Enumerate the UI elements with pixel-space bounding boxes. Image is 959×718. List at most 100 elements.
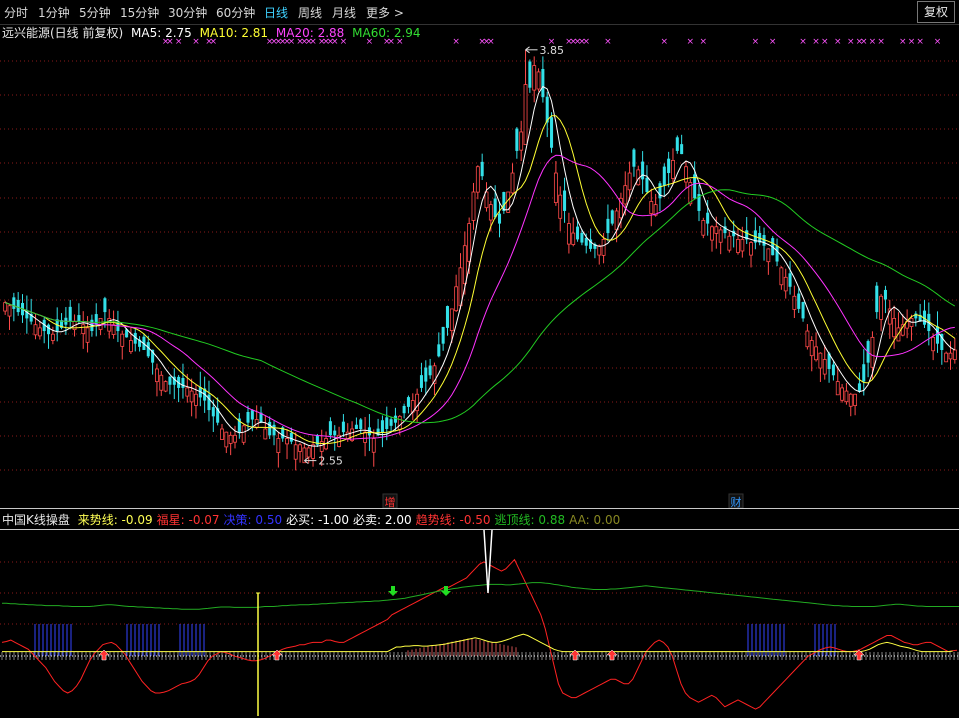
candle-body bbox=[879, 295, 884, 320]
candle-body bbox=[641, 161, 645, 180]
candle-body bbox=[727, 235, 732, 251]
signal-x-marker: × bbox=[582, 37, 590, 47]
candle-body bbox=[311, 444, 315, 459]
indicator-line bbox=[2, 633, 953, 653]
legend-title: 远兴能源(日线 前复权) bbox=[2, 26, 124, 40]
candle-body bbox=[883, 289, 887, 300]
candle-body bbox=[298, 444, 302, 452]
candle-body bbox=[289, 432, 293, 442]
candle-body bbox=[532, 65, 537, 91]
candle-body bbox=[944, 352, 949, 363]
indicator-legend-item: 逃顶线: 0.88 bbox=[494, 513, 566, 527]
sell-arrow-icon bbox=[441, 586, 451, 596]
candle-body bbox=[875, 285, 879, 313]
candle-body bbox=[94, 314, 98, 325]
high-label: 3.85 bbox=[540, 44, 565, 57]
chart-canvas: ×× × × ×× ×××××× ×××× ×××× × × ×× × × ××× × ××××× × × × × ×… bbox=[0, 37, 959, 716]
candle-body bbox=[931, 336, 936, 352]
candle-body bbox=[935, 326, 940, 344]
candle-body bbox=[424, 367, 428, 382]
candle-body bbox=[775, 245, 779, 262]
main-legend: 远兴能源(日线 前复权) MA5: 2.75 MA10: 2.81 MA20: … bbox=[2, 24, 425, 41]
candle-body bbox=[576, 226, 580, 240]
indicator-legend-item: 来势线: -0.09 bbox=[77, 513, 153, 527]
candle-body bbox=[553, 172, 558, 203]
signal-x-marker: × bbox=[769, 37, 777, 47]
candle-body bbox=[220, 428, 224, 440]
candle-body bbox=[658, 183, 662, 199]
candle-body bbox=[857, 383, 861, 392]
candle-body bbox=[706, 212, 710, 224]
candle-body bbox=[536, 71, 541, 90]
candle-body bbox=[3, 302, 8, 312]
indicator-legend-item: 趋势线: -0.50 bbox=[415, 513, 491, 527]
signal-x-marker: × bbox=[487, 37, 495, 47]
candle-body bbox=[480, 161, 484, 177]
candle-body bbox=[718, 229, 723, 243]
candle-body bbox=[397, 415, 402, 431]
candle-body bbox=[627, 172, 632, 191]
candle-body bbox=[766, 248, 771, 263]
candle-body bbox=[181, 378, 185, 388]
candle-body bbox=[523, 84, 528, 145]
candle-body bbox=[822, 359, 827, 375]
candle-body bbox=[809, 340, 814, 357]
candle-body bbox=[268, 421, 272, 436]
candle-body bbox=[497, 213, 502, 224]
candle-body bbox=[85, 327, 90, 343]
indicator-line bbox=[2, 582, 959, 610]
candle-body bbox=[519, 131, 524, 151]
candle-body bbox=[211, 407, 215, 417]
candle-body bbox=[948, 352, 953, 360]
candle-body bbox=[306, 447, 311, 458]
candle-body bbox=[437, 344, 441, 357]
candle-body bbox=[597, 245, 602, 256]
candle-body bbox=[610, 210, 614, 224]
event-marker: 财 bbox=[731, 495, 742, 509]
candle-body bbox=[563, 190, 567, 211]
candle-body bbox=[341, 421, 345, 433]
signal-x-marker: × bbox=[869, 37, 877, 47]
candle-body bbox=[402, 405, 406, 414]
signal-x-marker: × bbox=[860, 37, 868, 47]
sell-arrow-icon bbox=[388, 586, 398, 596]
pane-separator bbox=[0, 529, 959, 530]
candle-body bbox=[16, 299, 20, 313]
candle-body bbox=[779, 267, 784, 286]
candle-body bbox=[645, 177, 649, 192]
candle-body bbox=[263, 428, 268, 440]
candle-body bbox=[371, 438, 376, 453]
candle-body bbox=[853, 393, 858, 406]
signal-x-marker: × bbox=[604, 37, 612, 47]
ma10-line bbox=[5, 115, 956, 444]
indicator-legend-item: 福星: -0.07 bbox=[156, 513, 220, 527]
indicator-legend-item: AA: 0.00 bbox=[569, 513, 621, 527]
candle-body bbox=[185, 387, 190, 397]
candle-body bbox=[662, 166, 666, 186]
candle-body bbox=[467, 223, 472, 262]
candle-body bbox=[675, 137, 679, 151]
candle-body bbox=[120, 333, 125, 347]
candle-body bbox=[844, 390, 849, 403]
candle-body bbox=[475, 166, 480, 193]
signal-x-marker: × bbox=[877, 37, 885, 47]
signal-x-marker: × bbox=[908, 37, 916, 47]
spike-white bbox=[483, 529, 493, 594]
signal-x-marker: × bbox=[452, 37, 460, 47]
candle-body bbox=[419, 375, 423, 388]
candle-body bbox=[159, 374, 164, 391]
legend-ma5: MA5: 2.75 bbox=[131, 26, 192, 40]
candle-body bbox=[81, 324, 86, 334]
indicator-legend: 中国K线操盘 来势线: -0.09 福星: -0.07 决策: 0.50 必买: -1… bbox=[2, 511, 624, 528]
legend-ma20: MA20: 2.88 bbox=[275, 26, 345, 40]
signal-x-marker: × bbox=[799, 37, 807, 47]
candle-body bbox=[168, 376, 172, 385]
candle-body bbox=[246, 412, 250, 423]
candle-body bbox=[428, 365, 432, 376]
candle-body bbox=[606, 218, 610, 234]
signal-x-marker: × bbox=[899, 37, 907, 47]
indicator-legend-item: 必卖: 2.00 bbox=[353, 513, 412, 527]
candle-body bbox=[462, 245, 467, 285]
candle-body bbox=[515, 128, 519, 151]
candle-body bbox=[541, 68, 545, 98]
